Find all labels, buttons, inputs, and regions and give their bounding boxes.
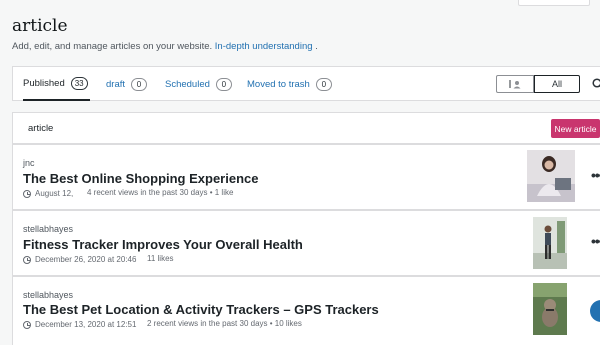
- clock-icon: [23, 255, 31, 264]
- post-thumbnail: [527, 150, 575, 202]
- in-depth-link[interactable]: In-depth understanding: [215, 41, 313, 52]
- post-author: stellabhayes: [23, 224, 74, 234]
- tab-trash[interactable]: Moved to trash 0: [247, 67, 332, 101]
- post-title[interactable]: Fitness Tracker Improves Your Overall He…: [23, 237, 303, 252]
- clock-icon: [23, 189, 31, 198]
- tab-published-label: Published: [23, 77, 65, 89]
- tab-scheduled[interactable]: Scheduled 0: [165, 67, 232, 101]
- tab-published-count: 33: [70, 76, 88, 90]
- list-header-label: article: [28, 123, 54, 134]
- post-date: December 26, 2020 at 20:46: [23, 255, 136, 264]
- clock-icon: [23, 320, 31, 329]
- post-title[interactable]: The Best Pet Location & Activity Tracker…: [23, 302, 379, 317]
- tab-draft-label: draft: [106, 78, 126, 90]
- tab-published[interactable]: Published 33: [23, 67, 90, 101]
- subtitle-end: .: [312, 41, 318, 52]
- post-title[interactable]: The Best Online Shopping Experience: [23, 171, 259, 186]
- tab-draft[interactable]: draft 0: [106, 67, 148, 101]
- post-stats: 11 likes: [147, 254, 174, 263]
- post-stats: 2 recent views in the past 30 days • 10 …: [147, 319, 302, 328]
- search-icon[interactable]: [592, 78, 600, 90]
- post-date: December 13, 2020 at 12:51: [23, 320, 136, 329]
- post-stats: 4 recent views in the past 30 days • 1 l…: [87, 188, 234, 197]
- article-list-header: article New article: [12, 112, 600, 144]
- filter-all-button[interactable]: All: [534, 75, 580, 93]
- page-title: article: [12, 16, 68, 36]
- post-author: stellabhayes: [23, 290, 74, 300]
- post-date-text: December 13, 2020 at 12:51: [35, 320, 137, 329]
- page-subtitle: Add, edit, and manage articles on your w…: [12, 41, 318, 52]
- post-thumbnail: [533, 217, 567, 269]
- tab-draft-count: 0: [131, 77, 148, 91]
- new-article-button[interactable]: New article: [551, 119, 600, 138]
- status-tabs: Published 33 draft 0 Scheduled 0 Moved t…: [12, 66, 600, 101]
- tab-scheduled-count: 0: [215, 77, 232, 91]
- display-options-button[interactable]: [518, 0, 590, 6]
- post-more-button[interactable]: •••: [591, 167, 600, 183]
- post-date: August 12,: [23, 189, 73, 198]
- post-thumbnail: [533, 283, 567, 335]
- subtitle-text: Add, edit, and manage articles on your w…: [12, 41, 213, 52]
- post-more-button[interactable]: •••: [591, 233, 600, 249]
- article-row[interactable]: jnc The Best Online Shopping Experience …: [12, 144, 600, 210]
- tab-scheduled-label: Scheduled: [165, 78, 210, 90]
- filter-me-button[interactable]: [496, 75, 534, 93]
- tab-trash-count: 0: [315, 77, 332, 91]
- article-row[interactable]: stellabhayes Fitness Tracker Improves Yo…: [12, 210, 600, 276]
- post-date-text: December 26, 2020 at 20:46: [35, 255, 137, 264]
- tab-trash-label: Moved to trash: [247, 78, 310, 90]
- article-row[interactable]: stellabhayes The Best Pet Location & Act…: [12, 276, 600, 345]
- person-icon: [509, 80, 521, 89]
- post-date-text: August 12,: [35, 189, 74, 198]
- post-author: jnc: [23, 158, 35, 168]
